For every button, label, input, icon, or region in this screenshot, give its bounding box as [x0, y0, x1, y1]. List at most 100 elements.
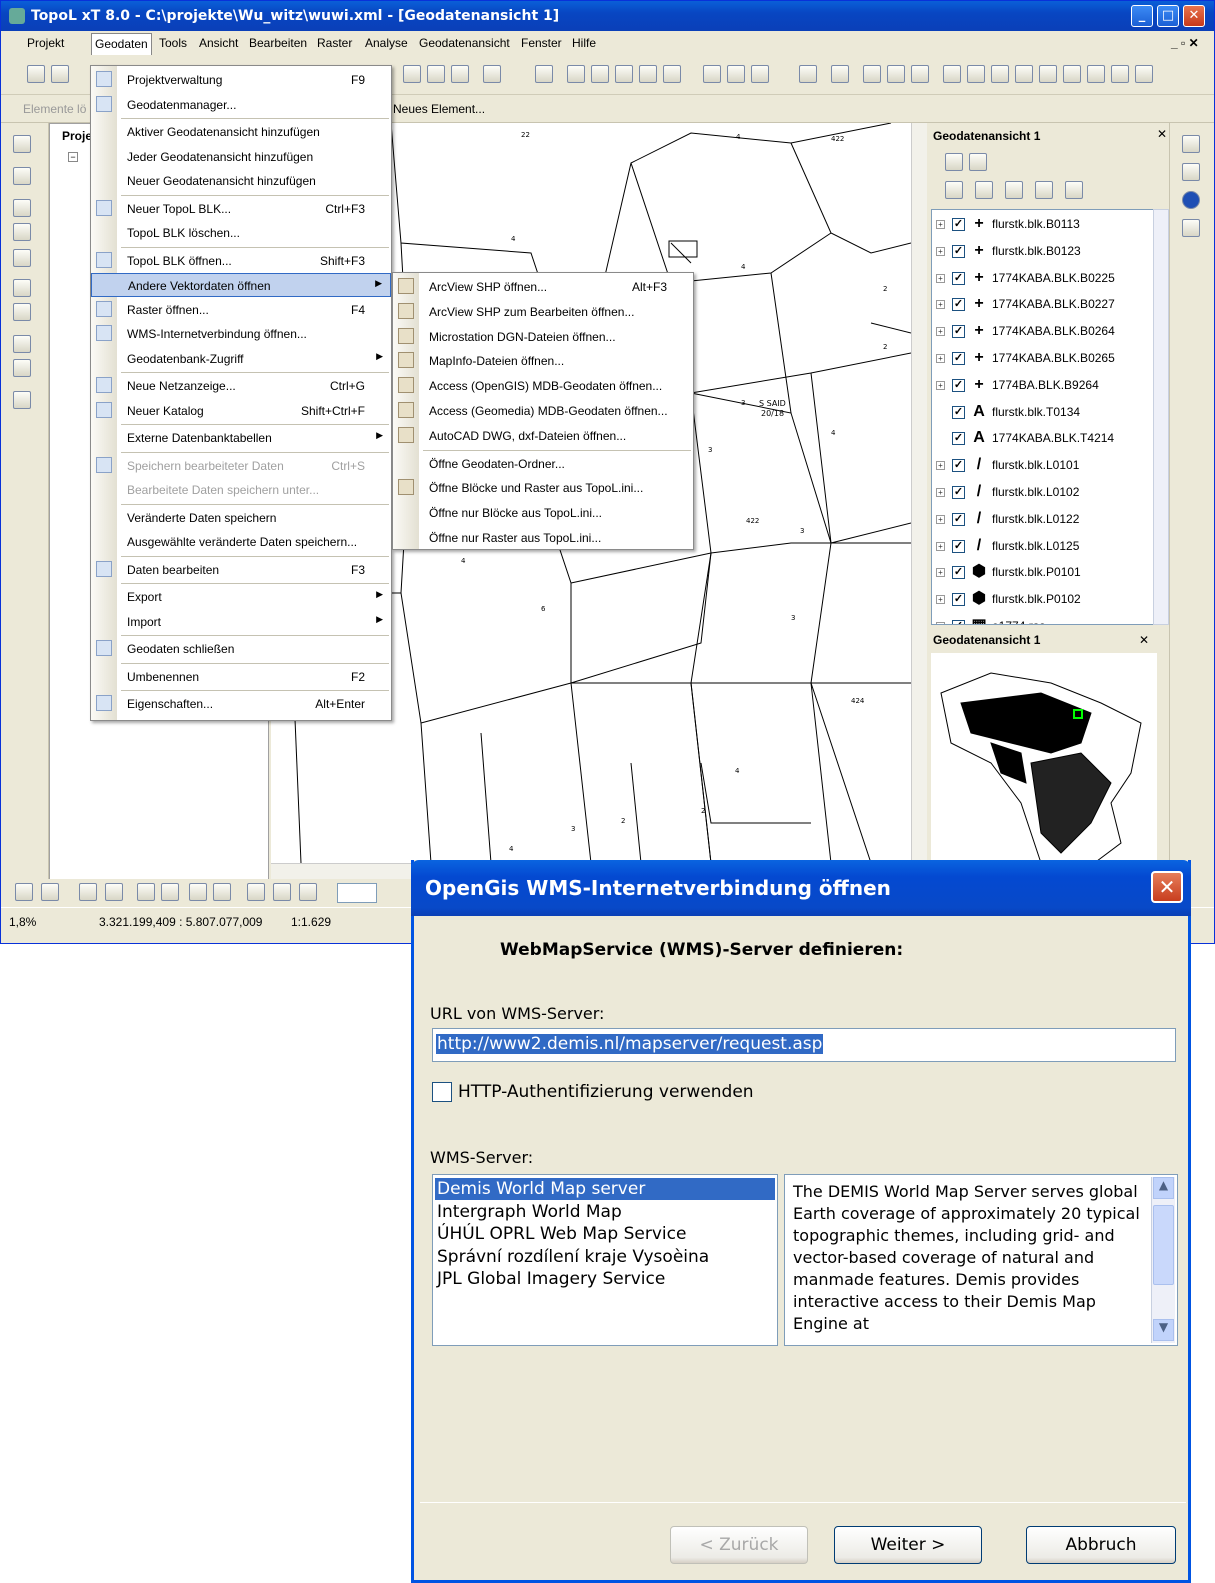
select-arrow-icon[interactable]: [887, 65, 905, 83]
node-tool-icon[interactable]: [15, 883, 33, 901]
layer-item[interactable]: + ✓ +1774KABA.BLK.B0225: [932, 266, 1142, 292]
auth-label[interactable]: HTTP-Authentifizierung verwenden: [458, 1082, 754, 1102]
vektor-menu-item[interactable]: Microstation DGN-Dateien öffnen...: [393, 325, 693, 349]
geodaten-menu-item[interactable]: Export ▶: [91, 585, 391, 609]
side-properties-icon[interactable]: [1182, 219, 1200, 237]
expand-icon[interactable]: +: [936, 514, 945, 524]
pan-hand-icon[interactable]: [663, 65, 681, 83]
layer-item[interactable]: + ✓ / flurstk.blk.L0122: [932, 507, 1142, 533]
geodaten-menu-item[interactable]: Umbenennen F2: [91, 665, 391, 689]
geodaten-menu-item[interactable]: Geodatenbank-Zugriff ▶: [91, 347, 391, 371]
open-blk-tool-icon[interactable]: [13, 199, 31, 217]
vektor-menu-item[interactable]: ArcView SHP zum Bearbeiten öffnen...: [393, 300, 693, 324]
back-button[interactable]: < Zurück: [670, 1526, 808, 1564]
view-icon[interactable]: [751, 65, 769, 83]
menu-bearbeiten[interactable]: Bearbeiten: [249, 36, 307, 50]
server-list-item[interactable]: JPL Global Imagery Service: [435, 1268, 775, 1290]
scroll-down-icon[interactable]: ▼: [1153, 1319, 1174, 1341]
geodaten-menu-item[interactable]: Geodatenmanager...: [91, 93, 391, 117]
close-button[interactable]: ✕: [1183, 5, 1205, 27]
panel-line-icon[interactable]: [975, 181, 993, 199]
layer-visibility-checkbox[interactable]: ✓: [952, 325, 965, 339]
layer-visibility-checkbox[interactable]: ✓: [952, 566, 965, 580]
grid-tool-icon[interactable]: [13, 279, 31, 297]
menu-ansicht[interactable]: Ansicht: [199, 36, 238, 50]
layer-item[interactable]: + ✓ / flurstk.blk.L0125: [932, 534, 1142, 560]
snap2-icon[interactable]: [105, 883, 123, 901]
menu-fenster[interactable]: Fenster: [521, 36, 562, 50]
catalog-tool-icon[interactable]: [13, 303, 31, 321]
info-icon[interactable]: [911, 65, 929, 83]
expand-icon[interactable]: +: [936, 622, 945, 624]
panel-text-icon[interactable]: [1035, 181, 1053, 199]
menu-geodaten[interactable]: Geodaten: [91, 33, 152, 55]
layer-item[interactable]: + ✓ ▦ o1774.ras: [932, 614, 1142, 624]
layer-item[interactable]: ✓ A 1774KABA.BLK.T4214: [932, 426, 1142, 452]
layer-item[interactable]: + ✓ / flurstk.blk.L0101: [932, 453, 1142, 479]
cancel-button[interactable]: Abbruch: [1026, 1526, 1176, 1564]
grid-layer-icon[interactable]: [483, 65, 501, 83]
geodaten-menu-item[interactable]: Neue Netzanzeige... Ctrl+G: [91, 374, 391, 398]
menu-hilfe[interactable]: Hilfe: [572, 36, 596, 50]
copy-icon[interactable]: [1135, 65, 1153, 83]
scroll-thumb[interactable]: [1153, 1205, 1174, 1285]
geodaten-menu-item[interactable]: Externe Datenbanktabellen ▶: [91, 426, 391, 450]
overview-close-icon[interactable]: ✕: [1139, 633, 1149, 647]
panel-download-icon[interactable]: [969, 153, 987, 171]
project-tree-icon[interactable]: [13, 135, 31, 153]
layer-visibility-checkbox[interactable]: ✓: [952, 244, 965, 258]
split-icon[interactable]: [161, 883, 179, 901]
vektor-menu-item[interactable]: Öffne Geodaten-Ordner...: [393, 452, 693, 476]
side-preview-icon[interactable]: [1182, 163, 1200, 181]
layer-visibility-checkbox[interactable]: ✓: [952, 459, 965, 473]
vektor-menu-item[interactable]: ArcView SHP öffnen... Alt+F3: [393, 275, 693, 299]
center-icon[interactable]: [639, 65, 657, 83]
vektor-menu-item[interactable]: Öffne nur Raster aus TopoL.ini...: [393, 526, 693, 550]
geodaten-menu-item[interactable]: Neuer Geodatenansicht hinzufügen: [91, 169, 391, 193]
menu-raster[interactable]: Raster: [317, 36, 352, 50]
side-info-icon[interactable]: [1182, 191, 1200, 209]
vektor-menu-item[interactable]: MapInfo-Dateien öffnen...: [393, 349, 693, 373]
search-elem3-icon[interactable]: [299, 883, 317, 901]
edit-tool-icon[interactable]: [13, 335, 31, 353]
refresh2-icon[interactable]: [799, 65, 817, 83]
maximize-button[interactable]: □: [1157, 5, 1179, 27]
geodaten-menu-item[interactable]: TopoL BLK löschen...: [91, 221, 391, 245]
layer-visibility-checkbox[interactable]: ✓: [952, 593, 965, 607]
menu-tools[interactable]: Tools: [159, 36, 187, 50]
expand-icon[interactable]: +: [936, 488, 945, 497]
layer-icon[interactable]: [403, 65, 421, 83]
raster-tool-icon[interactable]: [13, 249, 31, 267]
chart-icon[interactable]: [967, 65, 985, 83]
tree-collapse-icon[interactable]: −: [68, 152, 78, 162]
layer-visibility-checkbox[interactable]: ✓: [952, 539, 965, 553]
geodaten-menu-item[interactable]: Speichern bearbeiteter Daten Ctrl+S: [91, 454, 391, 478]
layer-item[interactable]: + ✓ / flurstk.blk.L0102: [932, 480, 1142, 506]
expand-icon[interactable]: +: [936, 568, 945, 578]
layer-visibility-checkbox[interactable]: ✓: [952, 486, 965, 499]
expand-icon[interactable]: +: [936, 595, 945, 605]
geodaten-menu-item[interactable]: Aktiver Geodatenansicht hinzufügen: [91, 120, 391, 144]
menu-geodatenansicht[interactable]: Geodatenansicht: [419, 36, 510, 50]
forward-arrow-icon[interactable]: [727, 65, 745, 83]
zoom-in-icon[interactable]: [567, 65, 585, 83]
expand-icon[interactable]: +: [936, 461, 945, 471]
panel-raster-icon[interactable]: [1065, 181, 1083, 199]
panel-refresh-icon[interactable]: [945, 153, 963, 171]
layer-item[interactable]: + ✓ + flurstk.blk.B0123: [932, 239, 1142, 265]
auth-checkbox[interactable]: [432, 1082, 452, 1102]
vektor-menu-item[interactable]: Access (OpenGIS) MDB-Geodaten öffnen...: [393, 374, 693, 398]
layer-item[interactable]: + ✓ +1774KABA.BLK.B0264: [932, 319, 1142, 345]
scroll-up-icon[interactable]: ▲: [1153, 1177, 1174, 1199]
geodaten-menu-item[interactable]: Ausgewählte veränderte Daten speichern..…: [91, 530, 391, 554]
server-list-item[interactable]: Intergraph World Map: [435, 1201, 775, 1223]
layer-item[interactable]: + ✓ ⬢ flurstk.blk.P0101: [932, 560, 1142, 586]
geodaten-menu-item[interactable]: Import ▶: [91, 610, 391, 634]
expand-icon[interactable]: +: [936, 327, 945, 337]
copy-elem2-icon[interactable]: [213, 883, 231, 901]
export-icon[interactable]: [1111, 65, 1129, 83]
search-elem-icon[interactable]: [247, 883, 265, 901]
columns-icon[interactable]: [451, 65, 469, 83]
server-list-item[interactable]: Demis World Map server: [435, 1178, 775, 1200]
expand-icon[interactable]: +: [936, 541, 945, 551]
